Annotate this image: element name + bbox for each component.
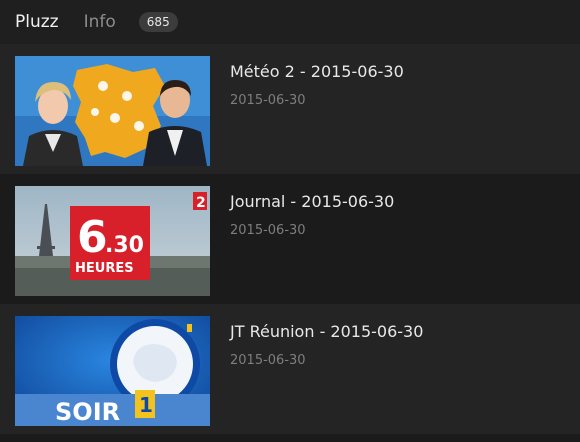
one-logo-text: 1 xyxy=(139,393,153,417)
heures-text: HEURES xyxy=(75,261,134,276)
channel-logo-text: 2 xyxy=(196,195,206,211)
item-title: Météo 2 - 2015-06-30 xyxy=(230,62,404,81)
item-date: 2015-06-30 xyxy=(230,353,306,368)
count-badge: 685 xyxy=(138,12,178,32)
item-date: 2015-06-30 xyxy=(230,223,306,238)
weather-thumbnail-image xyxy=(15,56,210,166)
item-date: 2015-06-30 xyxy=(230,93,306,108)
soir-thumbnail-image: SOIR 1 xyxy=(15,316,210,426)
item-title: Journal - 2015-06-30 xyxy=(230,192,395,211)
small-number-text: .30 xyxy=(105,233,144,258)
big-number-text: 6 xyxy=(77,212,108,263)
journal-thumbnail-image: 6 .30 HEURES 2 xyxy=(15,186,210,296)
thumbnail-jt-reunion: SOIR 1 xyxy=(15,316,210,426)
tab-info[interactable]: Info xyxy=(84,12,116,32)
thumbnail-journal: 6 .30 HEURES 2 xyxy=(15,186,210,296)
list-item[interactable]: SOIR 1 JT Réunion - 2015-06-30 2015-06-3… xyxy=(0,304,580,434)
thumbnail-weather xyxy=(15,56,210,166)
list-item[interactable]: 6 .30 HEURES 2 Journal - 2015-06-30 2015… xyxy=(0,174,580,304)
item-title: JT Réunion - 2015-06-30 xyxy=(230,322,424,341)
soir-text: SOIR xyxy=(55,398,120,426)
video-list: Météo 2 - 2015-06-30 2015-06-30 6 .30 HE… xyxy=(0,44,580,434)
top-bar: Pluzz Info 685 xyxy=(0,0,580,44)
list-item[interactable]: Météo 2 - 2015-06-30 2015-06-30 xyxy=(0,44,580,174)
tab-pluzz[interactable]: Pluzz xyxy=(15,12,59,32)
